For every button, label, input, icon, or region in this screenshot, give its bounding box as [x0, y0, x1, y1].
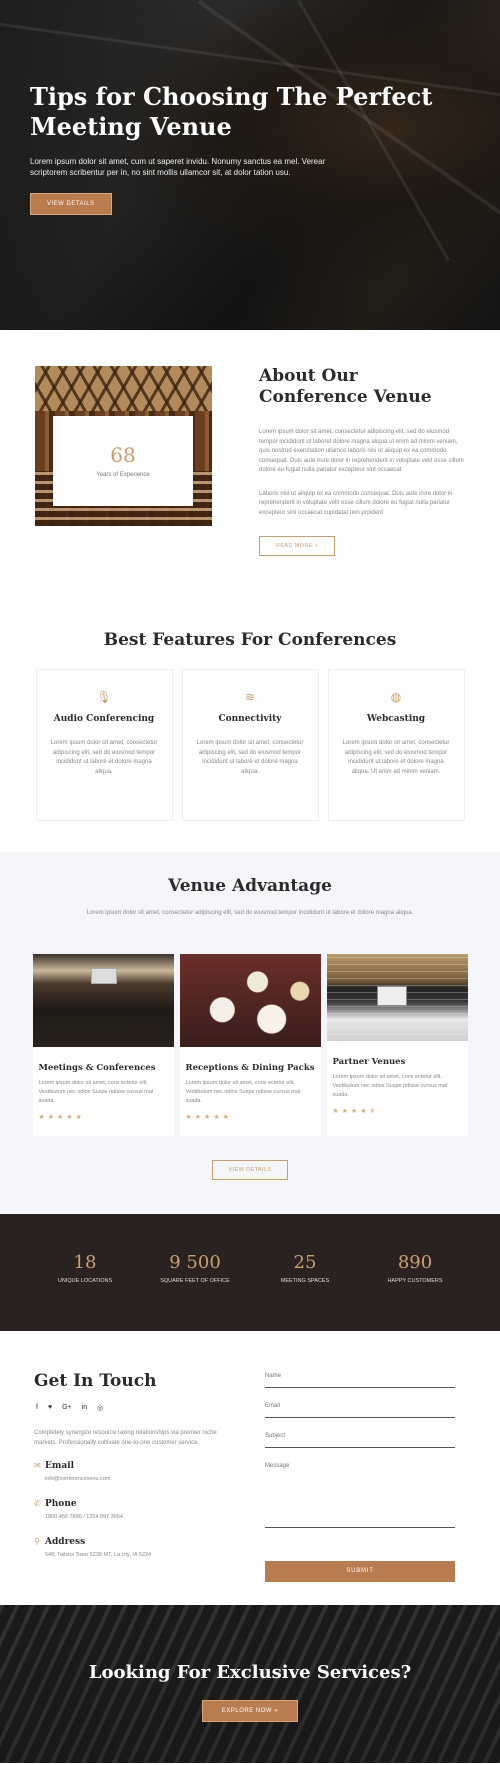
meeting-image [32, 954, 174, 1047]
view-details-button[interactable]: VIEW DETAILS [30, 193, 112, 215]
feature-text: Lorem ipsum dolor sit amet, consectetur … [196, 740, 304, 775]
stat-item: 890 HAPPY CUSTOMERS [360, 1252, 470, 1331]
experience-label: Years of Experience [96, 472, 150, 478]
name-field[interactable]: Name [265, 1373, 455, 1388]
about-paragraph: Laboris nisi ut aliquip ex ea commodo co… [259, 490, 453, 516]
feature-title: Audio Conferencing [53, 714, 155, 724]
experience-number: 68 [110, 443, 136, 467]
venue-card[interactable]: Receptions & Dining Packs Lorem ipsum do… [179, 954, 321, 1136]
star-rating: ★★★★★ [185, 1114, 232, 1121]
stat-label: SQUARE FEET OF OFFICE [160, 1278, 230, 1284]
feature-card: ≋ Connectivity Lorem ipsum dolor sit ame… [181, 669, 319, 821]
venue-card-text: Lorem ipsum dolor sit amet, cons ectetur… [332, 1074, 448, 1098]
subject-field[interactable]: Subject [265, 1433, 455, 1448]
hall-image [326, 954, 468, 1041]
advantage-title: Venue Advantage [168, 876, 332, 896]
view-details-button[interactable]: VIEW DETAILS [211, 1160, 289, 1180]
contact-phone: ✆ Phone 1800 456 7890 / 1254 897 3654 [34, 1499, 123, 1520]
venue-card-title: Meetings & Conferences [38, 1063, 156, 1073]
star-rating: ★★★★★ [38, 1114, 85, 1121]
wifi-icon: ≋ [244, 690, 256, 704]
contact-intro: Completely synergize resource taxing rel… [34, 1430, 217, 1446]
cta-section: Looking For Exclusive Services? EXPLORE … [0, 1605, 500, 1763]
hero-title: Tips for Choosing The Perfect Meeting Ve… [30, 82, 433, 141]
venue-card[interactable]: Partner Venues Lorem ipsum dolor sit ame… [326, 954, 468, 1136]
linkedin-icon[interactable]: in [82, 1404, 87, 1412]
social-links: f ♥ G+ in ◎ [36, 1404, 103, 1412]
phone-label: Phone [45, 1499, 77, 1509]
stat-item: 25 MEETING SPACES [250, 1252, 360, 1331]
about-section: 68 Years of Experience About Our Confere… [0, 330, 500, 590]
stat-item: 18 UNIQUE LOCATIONS [30, 1252, 140, 1331]
email-field[interactable]: Email [265, 1403, 455, 1418]
features-section: Best Features For Conferences 🎙 Audio Co… [0, 590, 500, 852]
venue-card-text: Lorem ipsum dolor sit amet, cons ectetur… [38, 1080, 154, 1104]
venue-card[interactable]: Meetings & Conferences Lorem ipsum dolor… [32, 954, 174, 1136]
venue-card-text: Lorem ipsum dolor sit amet, cons ectetur… [185, 1080, 301, 1104]
contact-email: ✉ Email info@conferencevenu.com [34, 1461, 111, 1482]
stat-value: 9 500 [169, 1252, 221, 1273]
stat-value: 890 [397, 1252, 433, 1273]
read-more-button[interactable]: READ MORE » [259, 536, 336, 556]
conference-hall-image: 68 Years of Experience [35, 366, 212, 526]
feature-text: Lorem ipsum dolor sit amet, consectetur … [50, 740, 158, 775]
advantage-section: Venue Advantage Lorem ipsum dolor sit am… [0, 852, 500, 1214]
facebook-icon[interactable]: f [36, 1404, 38, 1412]
contact-title: Get In Touch [34, 1371, 157, 1391]
address-label: Address [45, 1537, 86, 1547]
dining-image [179, 954, 321, 1047]
twitter-icon[interactable]: ♥ [48, 1404, 52, 1412]
stat-item: 9 500 SQUARE FEET OF OFFICE [140, 1252, 250, 1331]
contact-address: ⚲ Address 548, Tailstoi Town 5238 MT, La… [34, 1537, 151, 1558]
stat-label: UNIQUE LOCATIONS [57, 1278, 113, 1284]
feature-card: ◍ Webcasting Lorem ipsum dolor sit amet,… [327, 669, 465, 821]
experience-box: 68 Years of Experience [53, 416, 193, 506]
star-rating: ★★★★⯪ [332, 1108, 380, 1115]
feature-title: Webcasting [366, 714, 426, 724]
hero-text: Lorem ipsum dolor sit amet, cum ut saper… [30, 157, 326, 177]
features-title: Best Features For Conferences [103, 630, 397, 650]
instagram-icon[interactable]: ◎ [97, 1404, 103, 1412]
phone-icon: ✆ [34, 1499, 41, 1508]
stat-label: MEETING SPACES [280, 1278, 330, 1284]
message-field[interactable]: Message [265, 1463, 455, 1528]
email-label: Email [45, 1461, 75, 1471]
google-plus-icon[interactable]: G+ [62, 1404, 72, 1412]
location-pin-icon: ⚲ [34, 1537, 40, 1546]
venue-card-title: Partner Venues [332, 1057, 406, 1067]
stat-label: HAPPY CUSTOMERS [387, 1278, 443, 1284]
about-paragraph: Lorem ipsum dolor sit amet, consectetur … [259, 429, 464, 473]
venue-card-title: Receptions & Dining Packs [185, 1063, 315, 1073]
about-title: About Our Conference Venue [259, 366, 432, 407]
email-value[interactable]: info@conferencevenu.com [45, 1476, 111, 1482]
feature-card: 🎙 Audio Conferencing Lorem ipsum dolor s… [35, 669, 173, 821]
cta-title: Looking For Exclusive Services? [88, 1662, 412, 1683]
address-value: 548, Tailstoi Town 5238 MT, La city, IA … [45, 1552, 152, 1558]
microphone-icon: 🎙 [96, 690, 112, 704]
phone-value: 1800 456 7890 / 1254 897 3654 [45, 1514, 123, 1520]
hero-section: Tips for Choosing The Perfect Meeting Ve… [0, 0, 500, 330]
globe-icon: ◍ [390, 690, 402, 704]
stats-section: 18 UNIQUE LOCATIONS 9 500 SQUARE FEET OF… [0, 1214, 500, 1331]
feature-title: Connectivity [218, 714, 282, 724]
envelope-icon: ✉ [34, 1461, 41, 1470]
feature-text: Lorem ipsum dolor sit amet, consectetur … [342, 740, 450, 775]
stat-value: 25 [293, 1252, 317, 1273]
explore-now-button[interactable]: EXPLORE NOW » [201, 1700, 299, 1722]
contact-section: Get In Touch f ♥ G+ in ◎ Completely syne… [0, 1331, 500, 1605]
stat-value: 18 [73, 1252, 97, 1273]
submit-button[interactable]: SUBMIT [265, 1561, 455, 1582]
advantage-subtitle: Lorem ipsum dolor sit amet, consectetur … [86, 910, 414, 916]
